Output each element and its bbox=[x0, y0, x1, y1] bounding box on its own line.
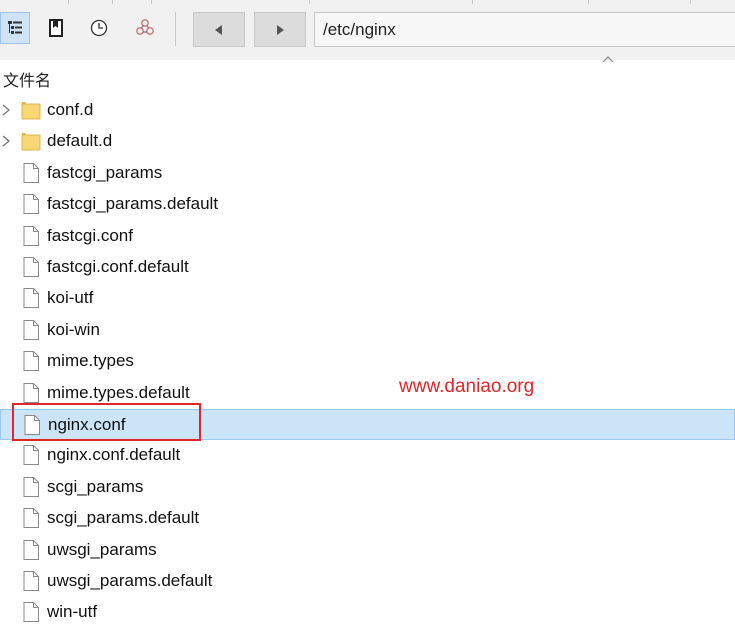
file-icon bbox=[23, 445, 39, 466]
forward-arrow-icon bbox=[277, 24, 284, 35]
toolbar: /etc/nginx bbox=[0, 0, 735, 60]
file-name: mime.types bbox=[47, 351, 134, 371]
tree-view-button[interactable] bbox=[0, 12, 30, 44]
file-icon bbox=[23, 162, 39, 183]
file-name: win-utf bbox=[47, 602, 98, 622]
watermark-text: www.daniao.org bbox=[399, 376, 535, 397]
file-icon bbox=[23, 319, 39, 340]
sort-ascending-icon bbox=[602, 56, 614, 63]
file-icon bbox=[23, 225, 39, 246]
address-path: /etc/nginx bbox=[323, 19, 396, 39]
file-icon bbox=[23, 508, 39, 529]
file-name: uwsgi_params bbox=[47, 539, 157, 559]
file-name: fastcgi_params bbox=[47, 162, 163, 182]
file-row[interactable]: koi-win bbox=[0, 315, 735, 346]
file-name: uwsgi_params.default bbox=[47, 571, 213, 590]
file-name: scgi_params bbox=[47, 476, 144, 496]
file-row[interactable]: scgi_params.default bbox=[0, 503, 735, 534]
file-name: nginx.conf bbox=[48, 415, 126, 434]
history-button[interactable] bbox=[84, 12, 114, 44]
file-row[interactable]: scgi_params bbox=[0, 472, 735, 503]
bookmark-button[interactable] bbox=[41, 12, 71, 44]
file-row[interactable]: koi-utf bbox=[0, 283, 735, 314]
expand-chevron-icon[interactable] bbox=[0, 134, 12, 148]
file-row[interactable]: fastcgi.conf.default bbox=[0, 252, 735, 283]
file-row[interactable]: mime.types bbox=[0, 346, 735, 377]
file-icon bbox=[24, 415, 40, 435]
file-row[interactable]: fastcgi_params bbox=[0, 158, 735, 189]
folder-icon bbox=[21, 102, 41, 120]
file-icon bbox=[23, 476, 39, 497]
file-name: fastcgi.conf.default bbox=[47, 257, 189, 276]
folder-row[interactable]: default.d bbox=[0, 126, 735, 157]
file-row[interactable]: nginx.conf bbox=[0, 409, 735, 440]
file-name: fastcgi_params.default bbox=[47, 194, 219, 214]
file-icon bbox=[23, 571, 39, 591]
sync-button[interactable] bbox=[130, 12, 160, 44]
file-icon bbox=[23, 257, 39, 277]
back-arrow-icon bbox=[215, 24, 222, 35]
file-icon bbox=[23, 194, 39, 215]
file-icon bbox=[23, 382, 39, 403]
folder-icon bbox=[21, 133, 41, 151]
file-icon bbox=[23, 602, 39, 623]
file-row[interactable]: fastcgi.conf bbox=[0, 221, 735, 252]
address-bar[interactable]: /etc/nginx bbox=[314, 12, 735, 47]
file-name: scgi_params.default bbox=[47, 508, 200, 528]
forward-button[interactable] bbox=[254, 12, 306, 47]
tree-view-icon bbox=[8, 21, 22, 34]
file-name: default.d bbox=[47, 131, 113, 151]
file-icon bbox=[23, 288, 39, 309]
name-column-header[interactable]: 文件名 bbox=[3, 67, 51, 91]
folder-row[interactable]: conf.d bbox=[0, 95, 735, 126]
back-button[interactable] bbox=[193, 12, 245, 47]
file-icon bbox=[23, 351, 39, 372]
toolbar-separator bbox=[175, 12, 176, 46]
file-name: koi-utf bbox=[47, 288, 94, 308]
file-row[interactable]: mime.types.default bbox=[0, 378, 735, 409]
file-row[interactable]: uwsgi_params bbox=[0, 535, 735, 566]
sync-icon bbox=[136, 19, 154, 35]
file-row[interactable]: fastcgi_params.default bbox=[0, 189, 735, 220]
file-name: conf.d bbox=[47, 100, 94, 119]
file-row[interactable]: uwsgi_params.default bbox=[0, 566, 735, 597]
column-header-row: 文件名 bbox=[0, 60, 735, 92]
bookmark-icon bbox=[49, 19, 63, 37]
file-name: mime.types.default bbox=[47, 382, 190, 402]
file-name: koi-win bbox=[47, 319, 100, 339]
expand-chevron-icon[interactable] bbox=[0, 103, 12, 117]
file-row[interactable]: nginx.conf.default bbox=[0, 440, 735, 471]
file-name: fastcgi.conf bbox=[47, 225, 133, 245]
file-row[interactable]: win-utf bbox=[0, 597, 735, 628]
history-clock-icon bbox=[90, 19, 108, 37]
file-name: nginx.conf.default bbox=[47, 445, 181, 465]
file-icon bbox=[23, 539, 39, 560]
